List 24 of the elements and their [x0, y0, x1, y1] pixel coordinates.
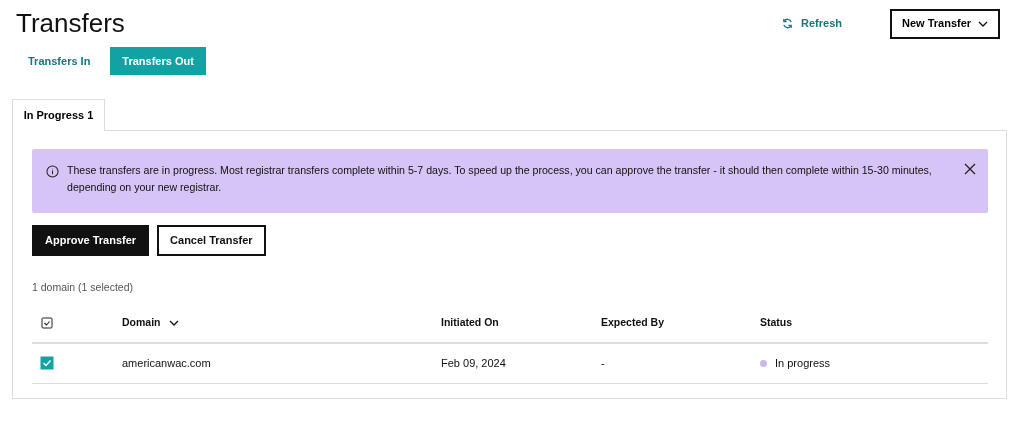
chevron-down-icon — [978, 20, 988, 27]
checkbox[interactable] — [40, 356, 54, 371]
refresh-icon — [782, 18, 794, 30]
column-header[interactable]: Domain — [122, 315, 179, 331]
panel-tab[interactable]: In Progress 1 — [12, 99, 105, 132]
close-icon[interactable] — [964, 163, 976, 176]
approve-button[interactable]: Approve Transfer — [32, 225, 150, 257]
checkbox[interactable] — [40, 315, 54, 330]
tab[interactable]: Transfers In — [16, 47, 103, 76]
table-cell-text: Feb 09, 2024 — [441, 356, 506, 372]
refresh-button[interactable]: Refresh — [782, 15, 842, 32]
status-text: In progress — [775, 356, 831, 372]
table-cell-text: americanwac.com — [122, 356, 211, 372]
alert-message: These transfers are in progress. Most registrar transfers complete within 5-7 days. To speed up the process, you can approve the transfer - it should then complete within 15-30 minutes, depending on your new registrar. — [67, 163, 933, 196]
column-header: Status — [760, 315, 793, 331]
column-header: Expected By — [601, 315, 665, 331]
page-title: Transfers — [16, 8, 125, 40]
new-transfer-button[interactable]: New Transfer — [890, 8, 1000, 39]
cancel-button[interactable]: Cancel Transfer — [157, 225, 266, 257]
table-cell-text: - — [601, 356, 605, 372]
info-icon — [46, 165, 59, 179]
sort-chevron-icon[interactable] — [168, 319, 179, 326]
selection-count: 1 domain (1 selected) — [32, 280, 134, 296]
column-header: Initiated On — [441, 315, 499, 331]
